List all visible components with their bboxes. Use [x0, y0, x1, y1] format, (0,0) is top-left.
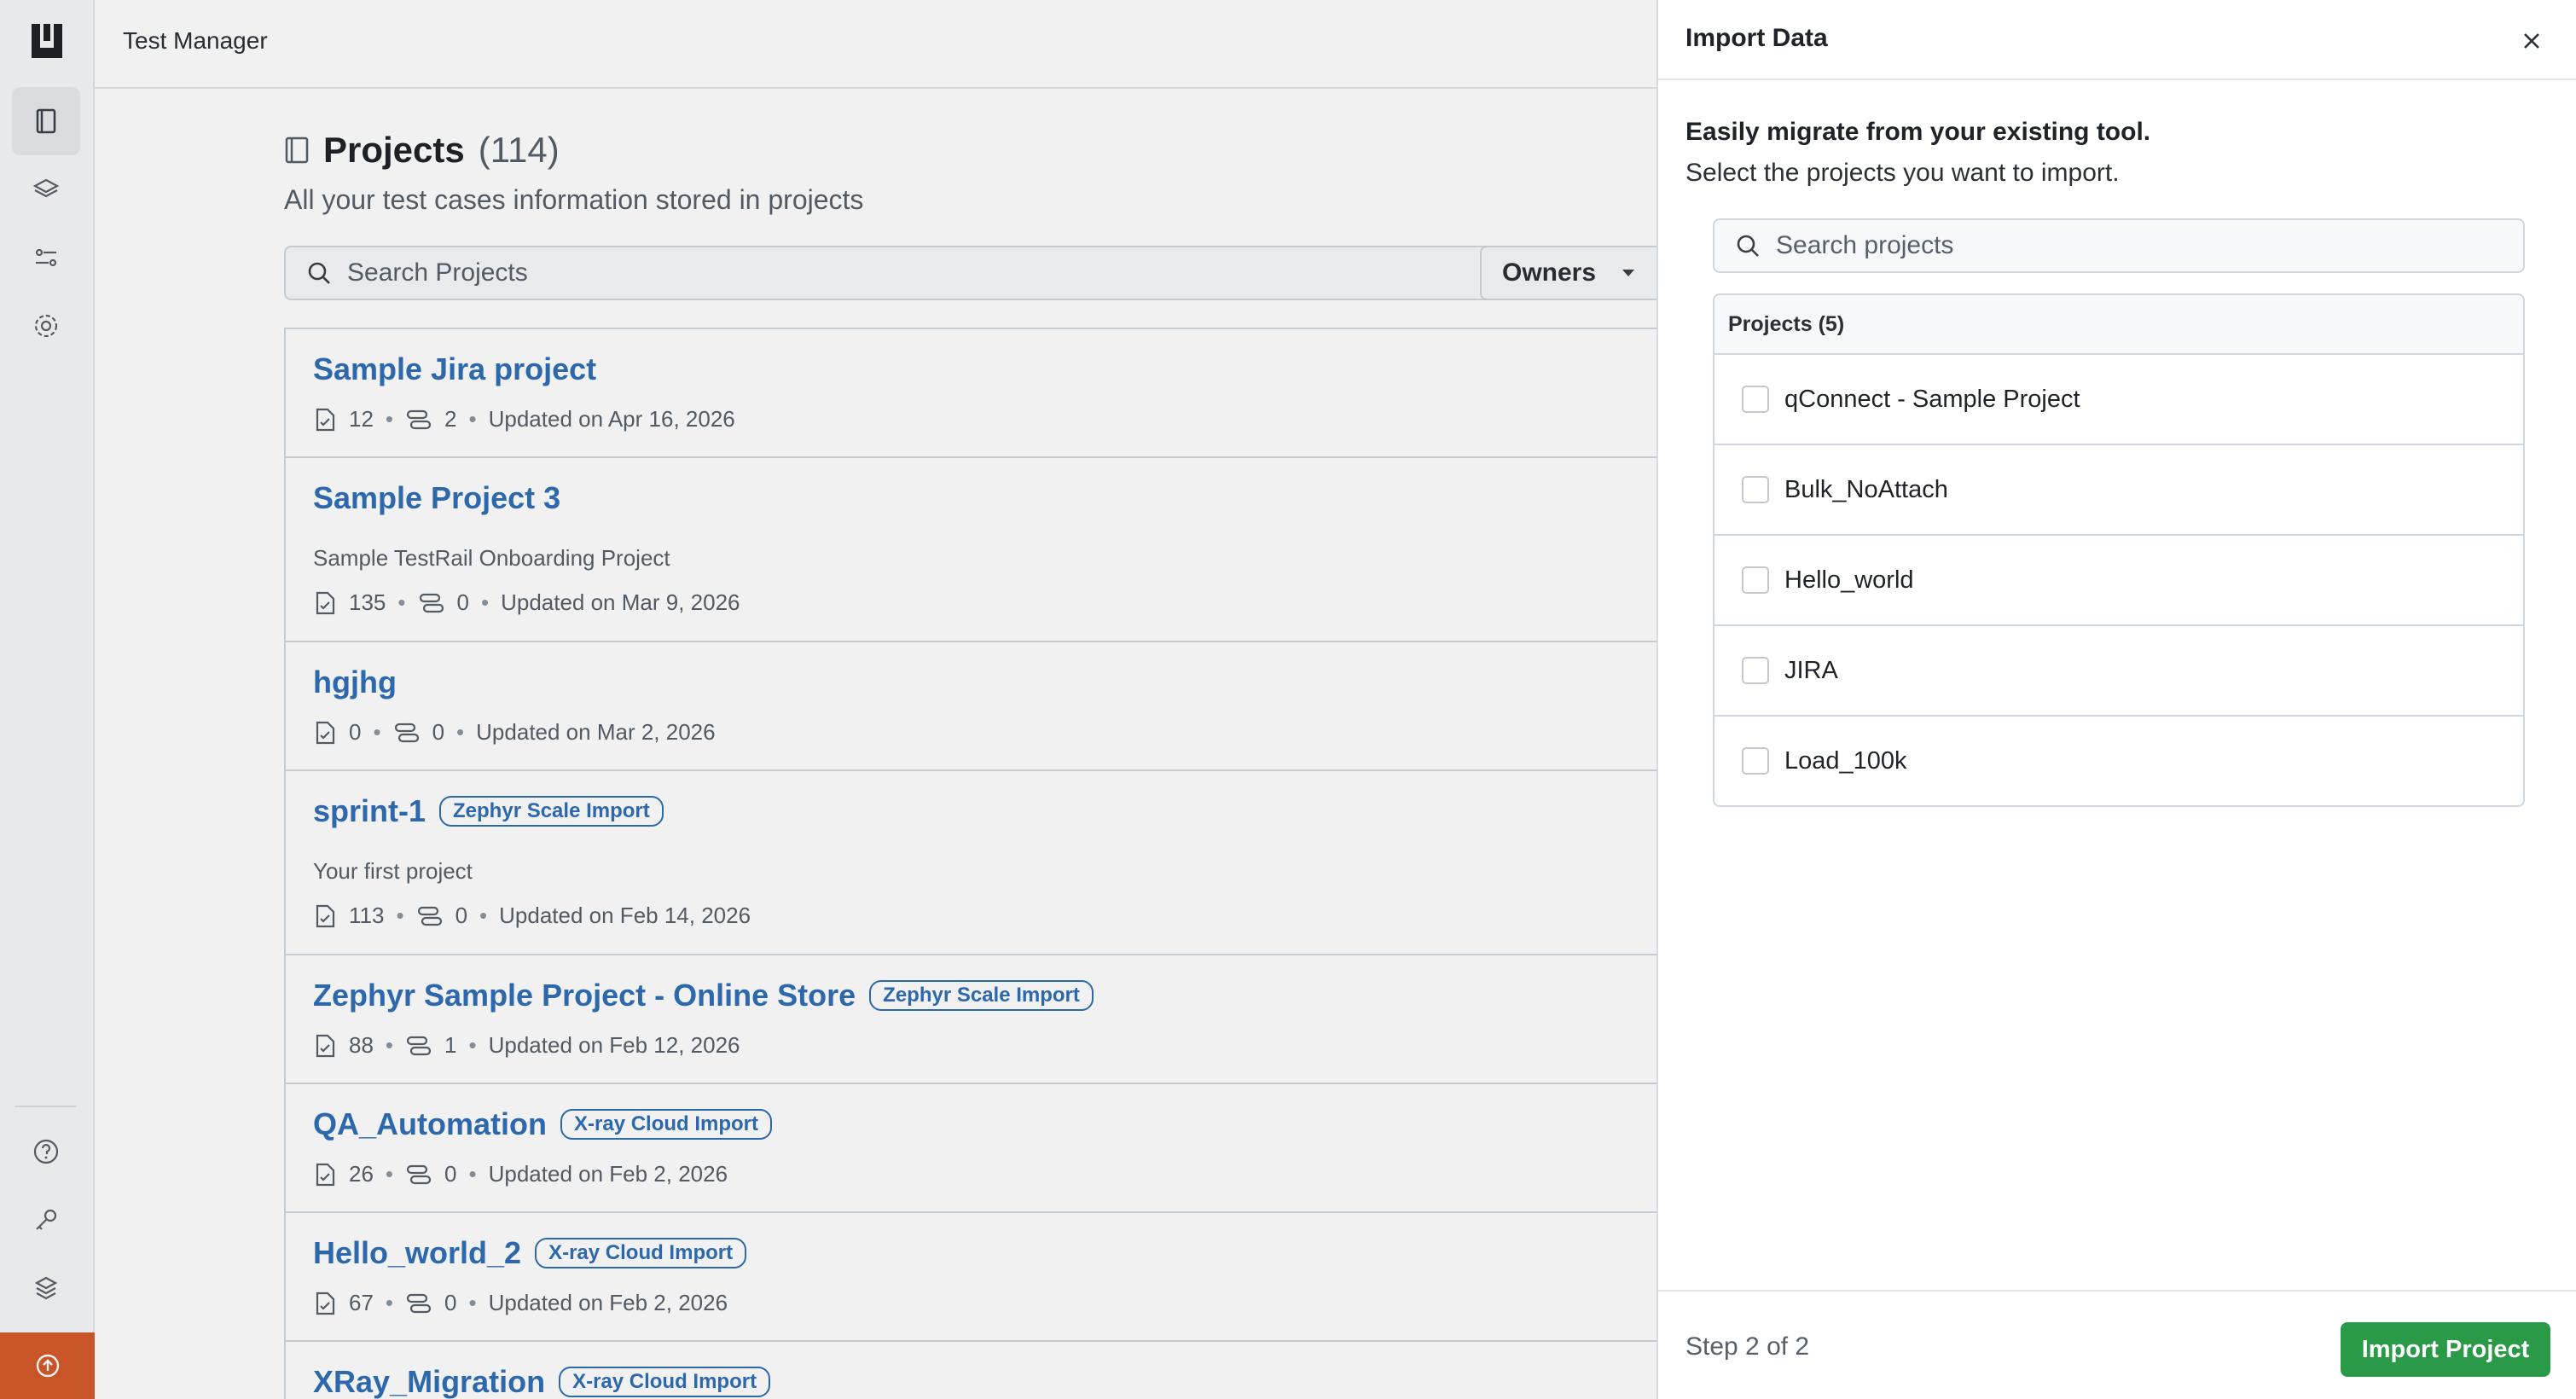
- import-project-name: Bulk_NoAttach: [1784, 475, 1948, 503]
- project-checkbox[interactable]: [1742, 657, 1769, 684]
- import-project-button[interactable]: Import Project: [2341, 1322, 2550, 1377]
- step-indicator: Step 2 of 2: [1685, 1332, 1810, 1361]
- project-checkbox[interactable]: [1742, 386, 1769, 413]
- import-project-name: Hello_world: [1784, 566, 1914, 594]
- import-project-item[interactable]: Load_100k: [1714, 717, 2523, 805]
- close-button[interactable]: [2515, 24, 2549, 58]
- drawer-title: Import Data: [1685, 24, 1828, 52]
- project-list-header: Projects (5): [1714, 295, 2523, 355]
- search-icon: [1735, 233, 1761, 258]
- import-project-item[interactable]: qConnect - Sample Project: [1714, 355, 2523, 445]
- import-project-name: JIRA: [1784, 656, 1838, 684]
- search-placeholder: Search projects: [1776, 231, 1954, 259]
- drawer-header: Import Data: [1658, 0, 2576, 80]
- import-project-item[interactable]: JIRA: [1714, 626, 2523, 717]
- drawer-lead-text: Easily migrate from your existing tool.: [1685, 118, 2151, 146]
- drawer-footer: Step 2 of 2 Import Project: [1658, 1290, 2576, 1399]
- project-checkbox[interactable]: [1742, 476, 1769, 503]
- project-checkbox[interactable]: [1742, 747, 1769, 775]
- import-project-name: Load_100k: [1784, 746, 1907, 775]
- import-project-item[interactable]: Bulk_NoAttach: [1714, 445, 2523, 536]
- import-project-item[interactable]: Hello_world: [1714, 536, 2523, 626]
- drawer-instructions: Select the projects you want to import.: [1685, 159, 2120, 187]
- import-project-name: qConnect - Sample Project: [1784, 385, 2080, 413]
- drawer-search-input[interactable]: Search projects: [1713, 218, 2525, 273]
- project-checkbox[interactable]: [1742, 566, 1769, 594]
- import-data-drawer: Import Data Easily migrate from your exi…: [1656, 0, 2576, 1399]
- modal-backdrop[interactable]: [0, 0, 1656, 1399]
- import-project-list: Projects (5) qConnect - Sample Project B…: [1713, 293, 2525, 807]
- close-icon: [2521, 31, 2542, 51]
